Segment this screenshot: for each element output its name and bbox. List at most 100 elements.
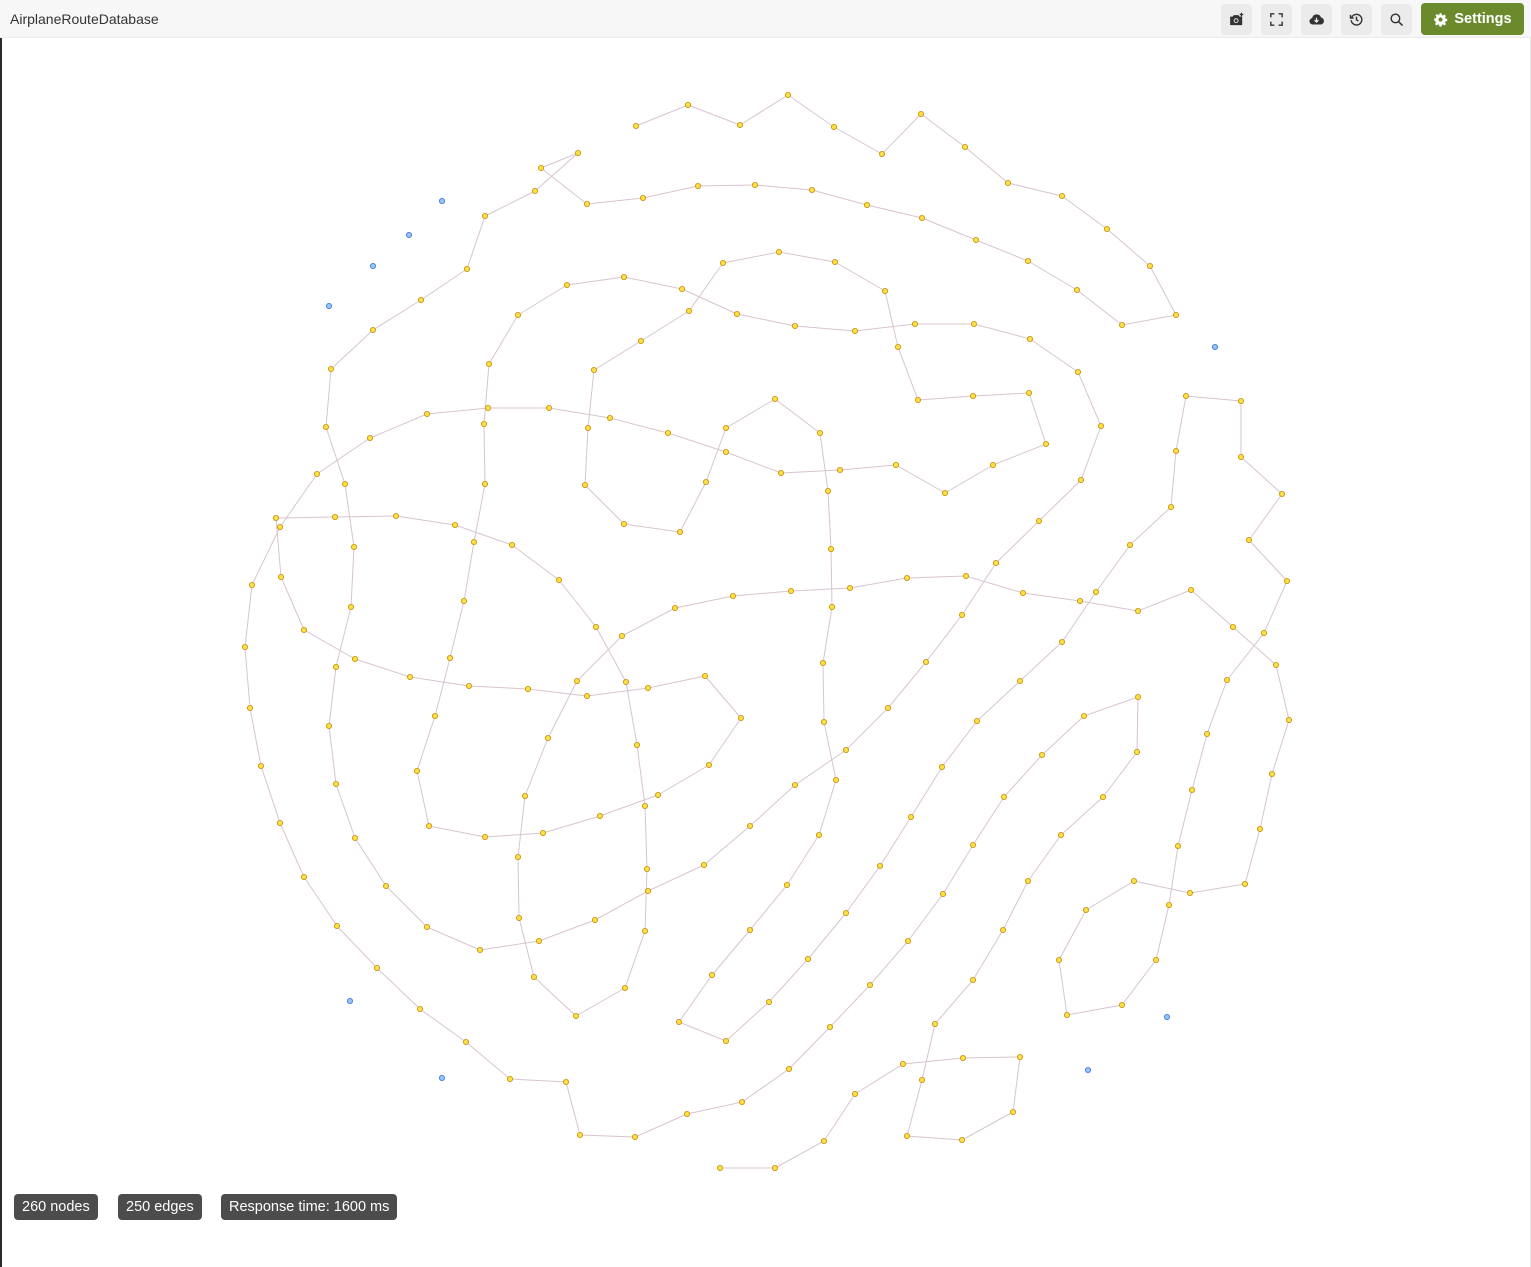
airport-node[interactable]	[465, 683, 472, 690]
airport-node[interactable]	[939, 764, 946, 771]
airport-node[interactable]	[959, 612, 966, 619]
airport-node[interactable]	[1135, 608, 1142, 615]
airport-node[interactable]	[747, 927, 754, 934]
airport-node[interactable]	[446, 655, 453, 662]
isolated-node[interactable]	[346, 998, 353, 1005]
airport-node[interactable]	[248, 582, 255, 589]
isolated-node[interactable]	[405, 231, 412, 238]
airport-node[interactable]	[766, 999, 773, 1006]
airport-node[interactable]	[632, 1134, 639, 1141]
airport-node[interactable]	[1135, 694, 1142, 701]
airport-node[interactable]	[508, 542, 515, 549]
airport-node[interactable]	[1036, 518, 1043, 525]
isolated-node[interactable]	[1085, 1067, 1092, 1074]
airport-node[interactable]	[1284, 578, 1291, 585]
airport-node[interactable]	[1098, 422, 1105, 429]
airport-node[interactable]	[584, 200, 591, 207]
airport-node[interactable]	[1025, 878, 1032, 885]
airport-node[interactable]	[584, 693, 591, 700]
airport-node[interactable]	[1175, 843, 1182, 850]
airport-node[interactable]	[1064, 1012, 1071, 1019]
airport-node[interactable]	[879, 150, 886, 157]
airport-node[interactable]	[734, 310, 741, 317]
airport-node[interactable]	[325, 723, 332, 730]
airport-node[interactable]	[351, 656, 358, 663]
airport-node[interactable]	[1147, 262, 1154, 269]
airport-node[interactable]	[556, 577, 563, 584]
isolated-node[interactable]	[369, 262, 376, 269]
airport-node[interactable]	[852, 1091, 859, 1098]
airport-node[interactable]	[1075, 368, 1082, 375]
search-button[interactable]	[1381, 4, 1412, 35]
airport-node[interactable]	[1131, 878, 1138, 885]
airport-node[interactable]	[322, 423, 329, 430]
airport-node[interactable]	[416, 1006, 423, 1013]
airport-node[interactable]	[515, 854, 522, 861]
airport-node[interactable]	[1100, 794, 1107, 801]
airport-node[interactable]	[904, 575, 911, 582]
airport-node[interactable]	[546, 404, 553, 411]
airport-node[interactable]	[1017, 678, 1024, 685]
graph-canvas[interactable]	[0, 38, 1531, 1267]
airport-node[interactable]	[962, 143, 969, 150]
airport-node[interactable]	[382, 883, 389, 890]
airport-node[interactable]	[1188, 587, 1195, 594]
airport-node[interactable]	[1119, 321, 1126, 328]
airport-node[interactable]	[592, 917, 599, 924]
airport-node[interactable]	[538, 164, 545, 171]
airport-node[interactable]	[1238, 397, 1245, 404]
airport-node[interactable]	[373, 965, 380, 972]
airport-node[interactable]	[621, 521, 628, 528]
airport-node[interactable]	[1020, 590, 1027, 597]
airport-node[interactable]	[1026, 389, 1033, 396]
airport-node[interactable]	[332, 781, 339, 788]
airport-node[interactable]	[737, 122, 744, 129]
airport-node[interactable]	[481, 480, 488, 487]
airport-node[interactable]	[723, 448, 730, 455]
airport-node[interactable]	[772, 395, 779, 402]
airport-node[interactable]	[970, 842, 977, 849]
airport-node[interactable]	[1273, 662, 1280, 669]
airport-node[interactable]	[623, 679, 630, 686]
airport-node[interactable]	[1173, 311, 1180, 318]
airport-node[interactable]	[828, 546, 835, 553]
airport-node[interactable]	[1204, 731, 1211, 738]
airport-node[interactable]	[843, 747, 850, 754]
airport-node[interactable]	[313, 470, 320, 477]
fullscreen-button[interactable]	[1261, 4, 1292, 35]
airport-node[interactable]	[536, 938, 543, 945]
airport-node[interactable]	[1189, 787, 1196, 794]
airport-node[interactable]	[1166, 902, 1173, 909]
settings-button[interactable]: Settings	[1421, 3, 1524, 35]
airport-node[interactable]	[752, 181, 759, 188]
airport-node[interactable]	[655, 792, 662, 799]
isolated-node[interactable]	[438, 197, 445, 204]
airport-node[interactable]	[522, 793, 529, 800]
airport-node[interactable]	[607, 414, 614, 421]
airport-node[interactable]	[919, 1077, 926, 1084]
airport-node[interactable]	[642, 928, 649, 935]
airport-node[interactable]	[739, 1099, 746, 1106]
airport-node[interactable]	[634, 742, 641, 749]
airport-node[interactable]	[257, 763, 264, 770]
airport-node[interactable]	[575, 149, 582, 156]
airport-node[interactable]	[747, 823, 754, 830]
airport-node[interactable]	[460, 598, 467, 605]
airport-node[interactable]	[679, 285, 686, 292]
airport-node[interactable]	[1279, 490, 1286, 497]
airport-node[interactable]	[476, 947, 483, 954]
airport-node[interactable]	[1078, 476, 1085, 483]
airport-node[interactable]	[905, 938, 912, 945]
airport-node[interactable]	[593, 624, 600, 631]
airport-node[interactable]	[970, 977, 977, 984]
airport-node[interactable]	[331, 514, 338, 521]
airport-node[interactable]	[702, 673, 709, 680]
airport-node[interactable]	[820, 660, 827, 667]
airport-node[interactable]	[864, 201, 871, 208]
airport-node[interactable]	[347, 604, 354, 611]
airport-node[interactable]	[895, 343, 902, 350]
airport-node[interactable]	[786, 1066, 793, 1073]
airport-node[interactable]	[1230, 624, 1237, 631]
airport-node[interactable]	[971, 320, 978, 327]
airport-node[interactable]	[923, 659, 930, 666]
